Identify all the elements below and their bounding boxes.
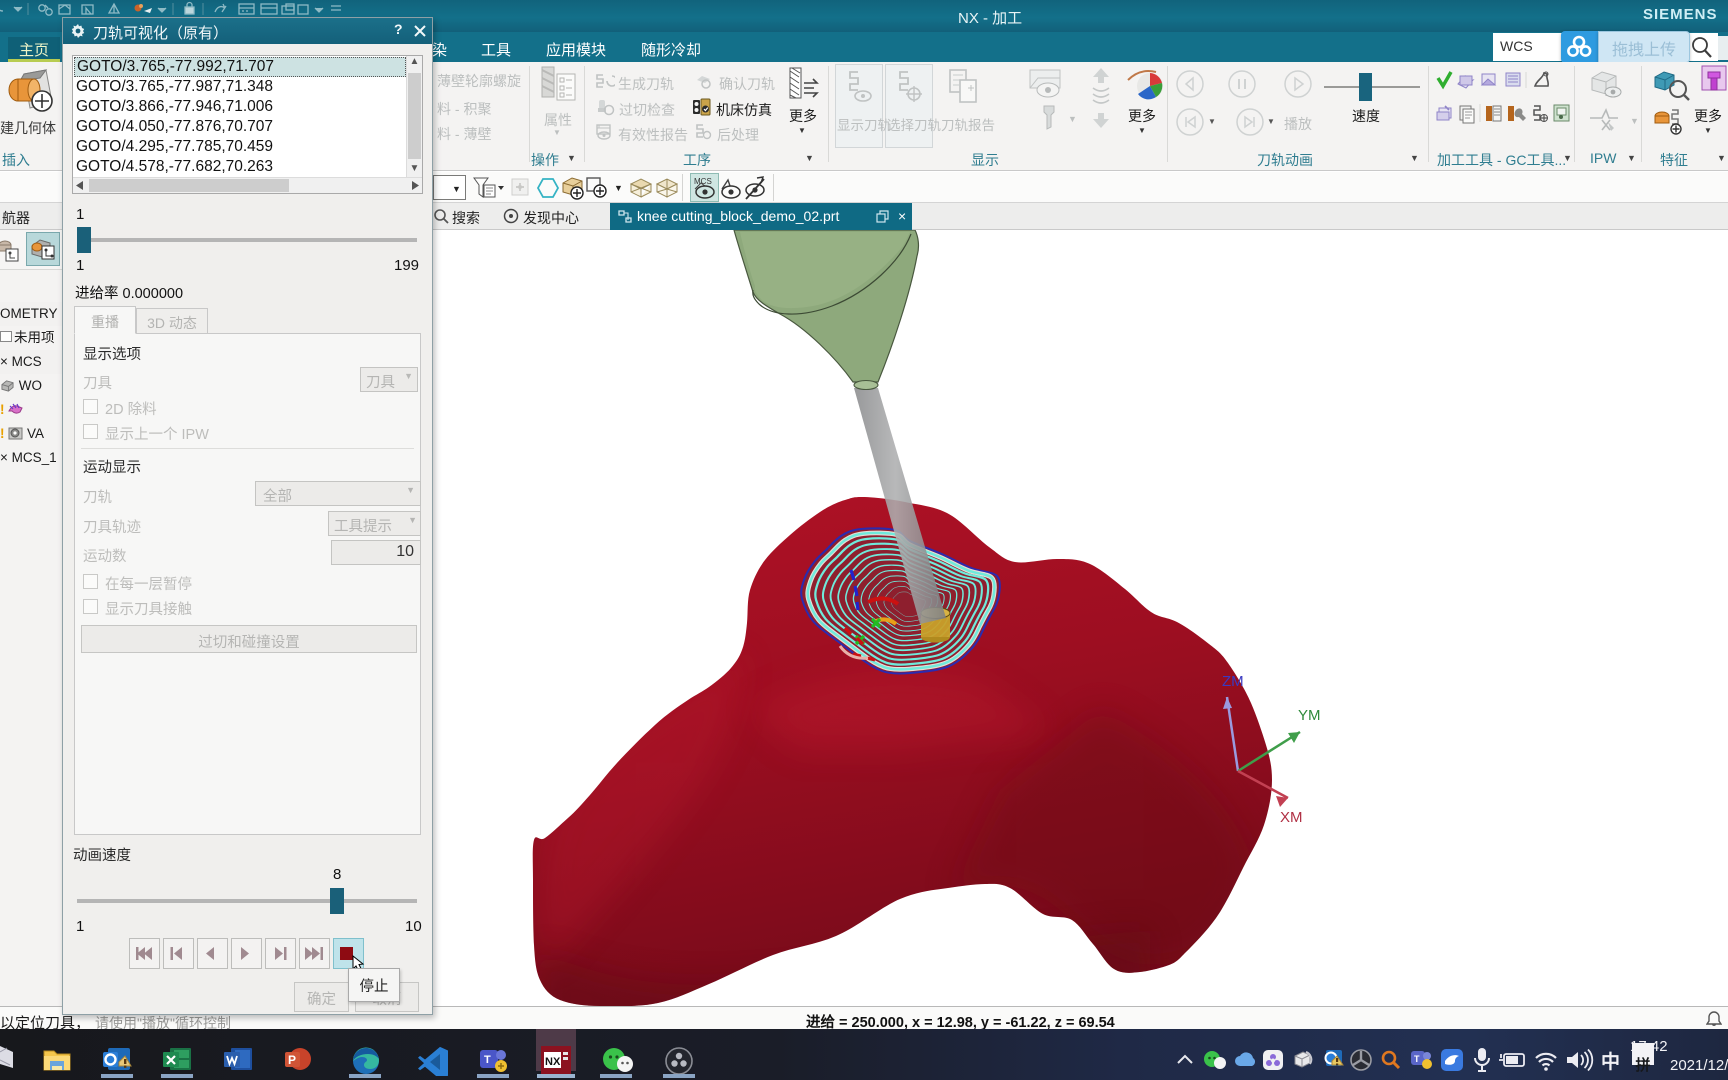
svg-text:YM: YM xyxy=(1298,707,1321,724)
svg-text:T: T xyxy=(484,1054,491,1066)
svg-text:ZM: ZM xyxy=(1222,673,1244,690)
svg-text:NX: NX xyxy=(545,1056,561,1068)
svg-text:XM: XM xyxy=(1280,809,1303,826)
svg-text:P: P xyxy=(288,1053,296,1067)
svg-text:T: T xyxy=(1414,1054,1420,1064)
